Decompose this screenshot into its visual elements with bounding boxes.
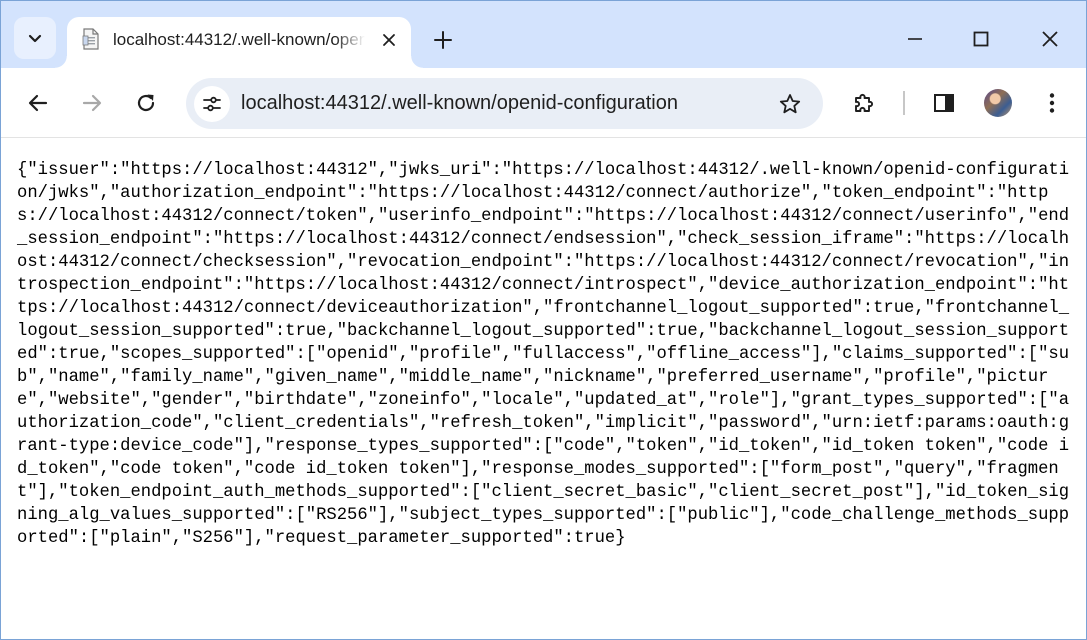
toolbar-divider bbox=[903, 91, 905, 115]
reload-button[interactable] bbox=[128, 85, 164, 121]
tab-search-button[interactable] bbox=[14, 17, 56, 59]
browser-toolbar: localhost:44312/.well-known/openid-confi… bbox=[1, 68, 1086, 138]
minimize-icon bbox=[907, 31, 923, 47]
back-button[interactable] bbox=[20, 85, 56, 121]
side-panel-button[interactable] bbox=[926, 85, 962, 121]
arrow-right-icon bbox=[81, 92, 103, 114]
active-tab[interactable]: localhost:44312/.well-known/openid-confi… bbox=[55, 17, 423, 68]
tab-strip: localhost:44312/.well-known/openid-confi… bbox=[1, 1, 1086, 68]
forward-button[interactable] bbox=[74, 85, 110, 121]
extensions-button[interactable] bbox=[846, 85, 882, 121]
avatar[interactable] bbox=[984, 89, 1012, 117]
json-document: {"issuer":"https://localhost:44312","jwk… bbox=[17, 161, 1070, 548]
url-text[interactable]: localhost:44312/.well-known/openid-confi… bbox=[241, 92, 678, 115]
chevron-down-icon bbox=[27, 30, 43, 46]
new-tab-button[interactable] bbox=[426, 23, 460, 57]
reload-icon bbox=[135, 92, 157, 114]
address-bar[interactable]: localhost:44312/.well-known/openid-confi… bbox=[186, 78, 823, 129]
tab-close-button[interactable] bbox=[377, 28, 401, 52]
kebab-menu-icon bbox=[1049, 92, 1055, 114]
plus-icon bbox=[433, 30, 453, 50]
minimize-button[interactable] bbox=[891, 15, 939, 63]
maximize-icon bbox=[973, 31, 989, 47]
maximize-button[interactable] bbox=[957, 15, 1005, 63]
tab-title: localhost:44312/.well-known/openid-confi… bbox=[113, 30, 365, 49]
close-window-button[interactable] bbox=[1026, 15, 1074, 63]
site-info-button[interactable] bbox=[194, 86, 230, 122]
document-icon bbox=[81, 28, 101, 50]
side-panel-icon bbox=[933, 92, 955, 114]
star-icon bbox=[779, 93, 801, 115]
tune-icon bbox=[202, 94, 222, 114]
bookmark-button[interactable] bbox=[772, 86, 808, 122]
browser-window: localhost:44312/.well-known/openid-confi… bbox=[0, 0, 1087, 640]
page-content: {"issuer":"https://localhost:44312","jwk… bbox=[1, 138, 1086, 639]
close-icon bbox=[1042, 31, 1058, 47]
menu-button[interactable] bbox=[1034, 85, 1070, 121]
puzzle-icon bbox=[852, 91, 876, 115]
arrow-left-icon bbox=[27, 92, 49, 114]
close-icon bbox=[382, 33, 396, 47]
